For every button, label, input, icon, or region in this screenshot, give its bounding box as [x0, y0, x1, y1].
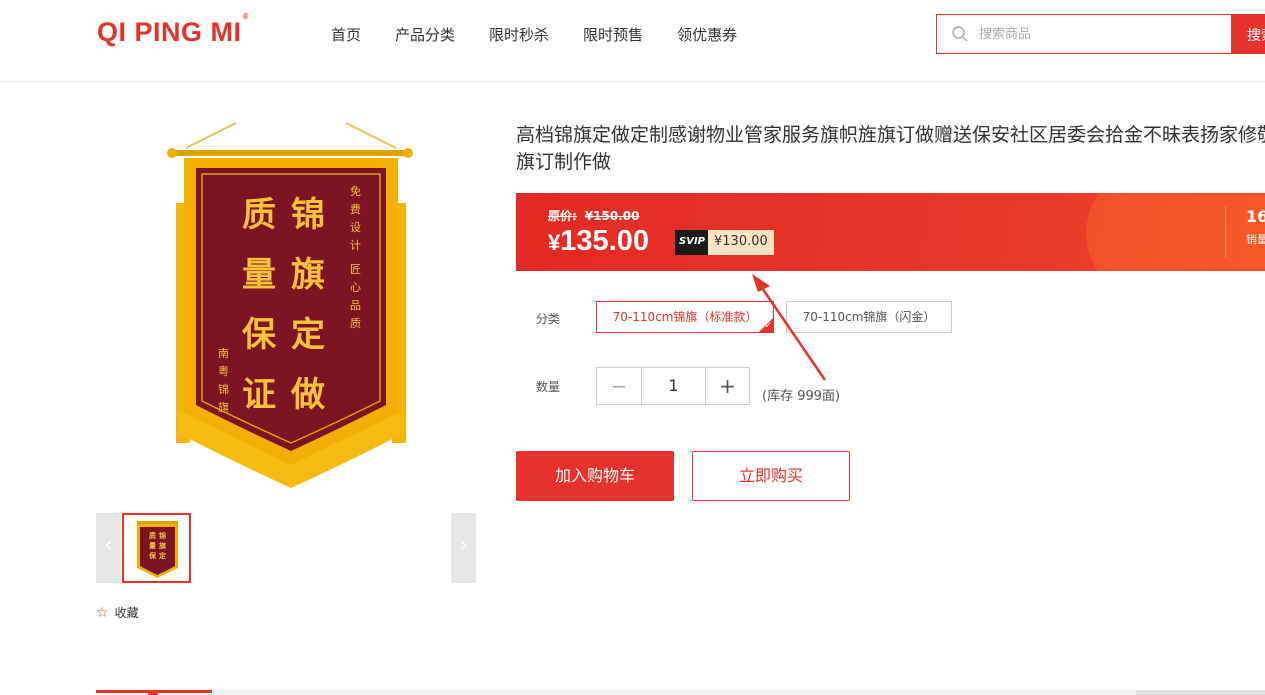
main-nav: 首页 产品分类 限时秒杀 限时预售 领优惠券 [331, 24, 771, 45]
detail-tab-bar [96, 690, 1265, 695]
price-banner: 原价: ¥150.00 ¥135.00 SVIP ¥130.00 16 销量 [516, 193, 1265, 271]
banner-char: 锦 [291, 195, 325, 235]
banner-char: 质 [242, 195, 276, 235]
nav-item-presale[interactable]: 限时预售 [583, 24, 643, 45]
svg-text:匠: 匠 [350, 263, 361, 276]
chevron-left-icon[interactable]: ‹ [96, 513, 121, 583]
current-price: ¥135.00 [548, 225, 649, 258]
banner-char: 做 [290, 375, 325, 415]
nav-item-home[interactable]: 首页 [331, 24, 361, 45]
banner-char: 定 [291, 315, 325, 355]
stock-info: (库存 999面) [762, 389, 841, 404]
annotation-arrow [752, 274, 827, 381]
nav-item-flash-sale[interactable]: 限时秒杀 [489, 24, 549, 45]
svg-text:心: 心 [350, 281, 361, 294]
tab-indicator-dot [148, 690, 158, 695]
svip-tag: SVIP [675, 230, 708, 255]
quantity-input[interactable]: 1 [642, 368, 705, 404]
quantity-stepper: − 1 + [596, 367, 750, 405]
svg-text:粤: 粤 [218, 364, 229, 378]
current-price-value: 135.00 [560, 225, 649, 257]
category-label: 分类 [536, 312, 561, 326]
banner-char: 旗 [291, 255, 325, 295]
svg-text:免: 免 [350, 184, 361, 198]
site-logo[interactable]: QI PING MI® [97, 12, 248, 48]
original-price-value: ¥150.00 [584, 209, 640, 223]
svg-text:南: 南 [218, 347, 229, 360]
site-header: QI PING MI® 首页 产品分类 限时秒杀 限时预售 领优惠券 搜索 [0, 0, 1265, 82]
svg-text:质: 质 [149, 531, 156, 540]
thumbnail-strip: ‹ 锦旗定 质量保 › [96, 513, 476, 583]
currency-symbol: ¥ [548, 230, 561, 255]
sales-label: 销量 [1246, 233, 1265, 246]
registered-mark: ® [242, 12, 249, 21]
svg-text:费: 费 [350, 203, 361, 216]
banner-char: 证 [242, 375, 276, 415]
search-button[interactable]: 搜索 [1231, 14, 1265, 54]
buy-now-button[interactable]: 立即购买 [692, 451, 850, 501]
sales-count: 16 [1246, 207, 1265, 226]
svg-text:锦: 锦 [159, 531, 166, 540]
svg-text:品: 品 [350, 299, 361, 312]
svip-price: ¥130.00 [708, 230, 774, 255]
favorite-label: 收藏 [114, 606, 139, 620]
original-price-label: 原价: [548, 209, 577, 223]
add-to-cart-button[interactable]: 加入购物车 [516, 451, 674, 501]
svg-text:旗: 旗 [218, 400, 229, 414]
product-title: 高档锦旗定做定制感谢物业管家服务旗帜旌旗订做赠送保安社区居委会拾金不昧表扬家修敬… [516, 124, 1265, 173]
star-icon: ☆ [96, 604, 109, 621]
svg-text:质: 质 [350, 317, 361, 330]
search-icon [952, 26, 968, 42]
banner-char: 量 [242, 255, 276, 295]
svip-price-badge: SVIP ¥130.00 [675, 230, 774, 255]
svg-text:保: 保 [148, 551, 157, 560]
nav-item-coupons[interactable]: 领优惠券 [677, 24, 737, 45]
original-price: 原价: ¥150.00 [548, 207, 647, 224]
sales-info: 16 销量 [1225, 207, 1265, 257]
banner-char: 保 [242, 315, 277, 355]
chevron-right-icon[interactable]: › [451, 513, 476, 583]
tab-bar-right [1136, 690, 1265, 695]
favorite-button[interactable]: ☆ 收藏 [96, 604, 139, 621]
thumbnail-item[interactable]: 锦旗定 质量保 [122, 513, 191, 583]
quantity-label: 数量 [536, 380, 561, 394]
decrement-button[interactable]: − [597, 368, 642, 404]
search-box: 搜索 [936, 14, 1265, 54]
nav-item-categories[interactable]: 产品分类 [395, 24, 455, 45]
logo-text: QI PING MI [97, 17, 242, 47]
svg-text:旗: 旗 [159, 541, 166, 550]
sku-label: 70-110cm锦旗（标准款） [612, 310, 758, 324]
svg-text:计: 计 [350, 239, 361, 252]
search-input[interactable] [979, 24, 1219, 44]
svg-text:定: 定 [159, 551, 166, 560]
product-main-image: 锦 旗 定 做 质 量 保 证 免费设 计匠心 品质 南粤锦旗 [156, 113, 426, 493]
svg-text:锦: 锦 [218, 382, 229, 396]
svg-text:量: 量 [149, 541, 156, 550]
svg-text:设: 设 [350, 221, 361, 234]
